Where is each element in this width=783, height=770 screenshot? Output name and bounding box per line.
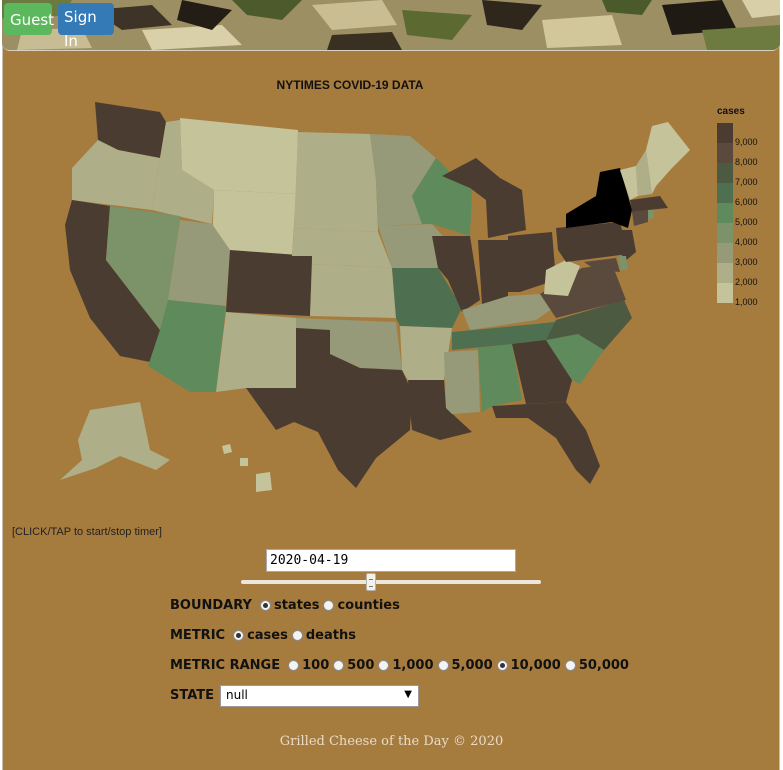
legend-tick-label: 2,000 [735, 277, 758, 287]
metric-option-label: cases [247, 628, 288, 643]
legend-tick-label: 1,000 [735, 297, 758, 307]
state-mississippi[interactable] [444, 350, 480, 414]
metric-row: METRIC cases deaths [170, 628, 360, 643]
metric-option[interactable]: deaths [291, 628, 358, 643]
metric-option[interactable]: cases [233, 628, 290, 643]
caret-down-icon: ▼ [404, 689, 412, 700]
legend-swatch [717, 123, 733, 143]
boundary-option-label: states [273, 598, 320, 613]
metric-range-option-label: 1,000 [392, 658, 434, 673]
metric-range-row: METRIC RANGE 100 500 1,000 5,000 10,000 50,00… [170, 658, 633, 673]
state-hawaii[interactable] [222, 444, 272, 492]
metric-range-radio[interactable] [378, 660, 390, 671]
metric-range-options[interactable]: 100 500 1,000 5,000 10,000 50,000 [288, 658, 633, 673]
state-colorado[interactable] [226, 250, 312, 316]
legend-swatch [717, 223, 733, 243]
boundary-radio[interactable] [323, 600, 335, 611]
legend-swatch [717, 263, 733, 283]
state-rhode-island[interactable] [648, 210, 654, 220]
legend-tick-label: 9,000 [735, 137, 758, 147]
state-indiana[interactable] [478, 240, 508, 304]
legend-tick-label: 7,000 [735, 177, 758, 187]
legend-swatch [717, 143, 733, 163]
legend-tick-label: 8,000 [735, 157, 758, 167]
state-new-york[interactable] [566, 168, 632, 228]
state-row: STATE [170, 688, 222, 703]
legend-swatch [717, 203, 733, 223]
boundary-label: BOUNDARY [170, 598, 252, 613]
boundary-option-label: counties [337, 598, 400, 613]
metric-range-option[interactable]: 50,000 [564, 658, 631, 673]
date-slider-thumb[interactable] [366, 573, 376, 591]
metric-range-option[interactable]: 1,000 [378, 658, 435, 673]
state-shapes[interactable] [60, 102, 690, 492]
state-massachusetts[interactable] [630, 196, 668, 212]
metric-range-radio[interactable] [333, 660, 345, 671]
legend-swatch [717, 283, 733, 303]
state-connecticut[interactable] [632, 210, 648, 226]
legend-swatch [717, 243, 733, 263]
metric-range-option-label: 5,000 [451, 658, 493, 673]
state-maine[interactable] [646, 122, 690, 194]
timer-hint[interactable]: [CLICK/TAP to start/stop timer] [12, 526, 162, 538]
legend-swatch [717, 163, 733, 183]
metric-range-option-label: 50,000 [578, 658, 629, 673]
state-select-value: null [226, 688, 248, 702]
metric-range-radio[interactable] [288, 660, 300, 671]
legend-swatch [717, 183, 733, 203]
metric-range-option-label: 10,000 [510, 658, 561, 673]
boundary-row: BOUNDARY states counties [170, 598, 404, 613]
boundary-option[interactable]: states [259, 598, 322, 613]
metric-label: METRIC [170, 628, 226, 643]
metric-options[interactable]: cases deaths [233, 628, 360, 643]
metric-range-radio[interactable] [437, 660, 449, 671]
boundary-option[interactable]: counties [323, 598, 401, 613]
metric-range-option[interactable]: 500 [333, 658, 376, 673]
metric-range-label: METRIC RANGE [170, 658, 281, 673]
legend-tick-label: 6,000 [735, 197, 758, 207]
metric-range-radio[interactable] [564, 660, 576, 671]
metric-option-label: deaths [305, 628, 356, 643]
boundary-radio[interactable] [259, 600, 271, 611]
legend-title: cases [717, 106, 745, 117]
metric-radio[interactable] [233, 630, 245, 641]
state-south-dakota[interactable] [294, 180, 378, 232]
metric-range-option[interactable]: 5,000 [437, 658, 495, 673]
metric-radio[interactable] [291, 630, 303, 641]
date-slider-track[interactable] [241, 580, 541, 584]
metric-range-option[interactable]: 100 [288, 658, 331, 673]
legend-tick-label: 3,000 [735, 257, 758, 267]
state-select[interactable]: null ▼ [220, 685, 419, 707]
state-north-dakota[interactable] [296, 132, 376, 180]
state-new-mexico[interactable] [216, 312, 296, 392]
metric-range-option-label: 500 [347, 658, 375, 673]
metric-range-option[interactable]: 10,000 [496, 658, 563, 673]
metric-range-option-label: 100 [302, 658, 330, 673]
boundary-options[interactable]: states counties [259, 598, 404, 613]
state-label: STATE [170, 688, 215, 703]
footer-copyright: Grilled Cheese of the Day © 2020 [279, 734, 504, 749]
metric-range-radio[interactable] [496, 660, 508, 671]
state-florida[interactable] [492, 402, 600, 484]
state-alaska[interactable] [60, 402, 170, 480]
date-input[interactable] [266, 549, 516, 572]
legend-tick-label: 5,000 [735, 217, 758, 227]
state-pennsylvania[interactable] [556, 222, 628, 262]
legend-tick-label: 4,000 [735, 237, 758, 247]
us-states-map[interactable] [0, 0, 783, 520]
state-kansas[interactable] [310, 264, 396, 318]
